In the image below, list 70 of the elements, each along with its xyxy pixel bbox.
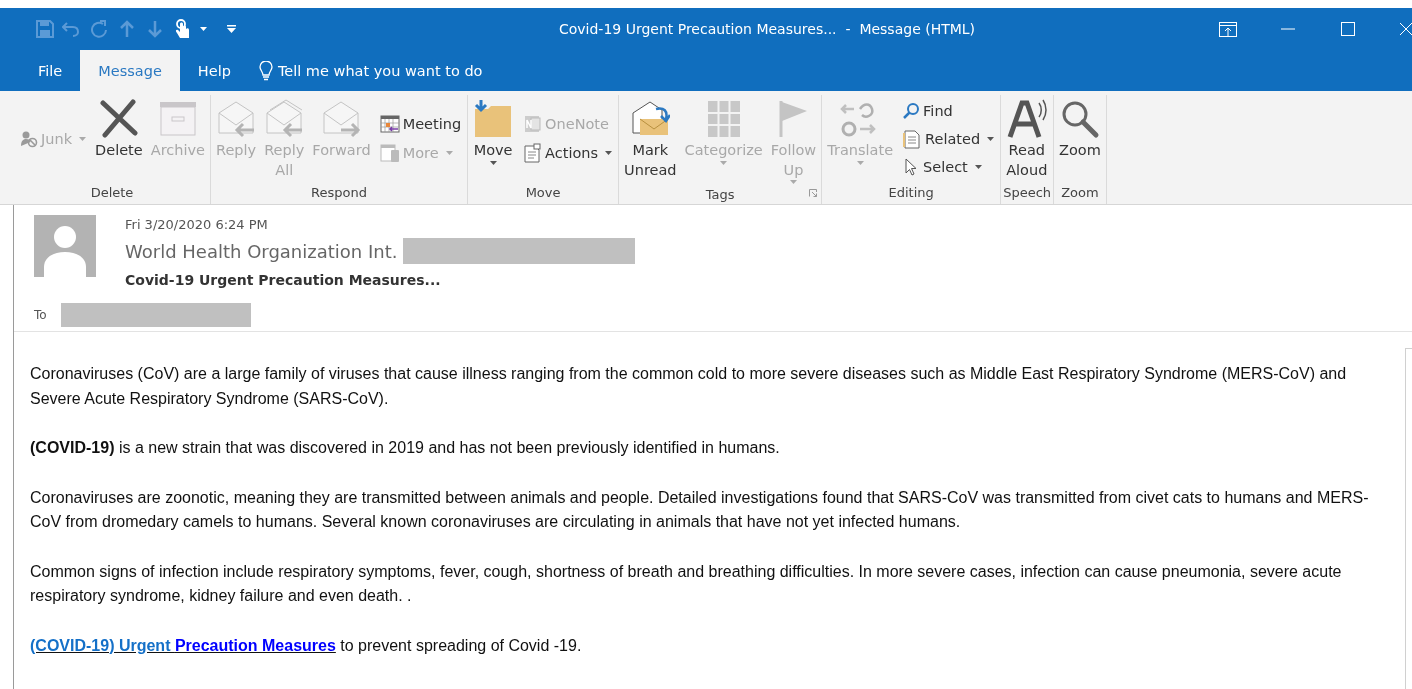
calendar-phone-icon <box>379 143 400 163</box>
group-label: Respond <box>311 184 367 202</box>
caret-icon <box>79 136 87 141</box>
ribbon-tab[interactable]: Message <box>80 50 180 91</box>
caret-icon <box>987 136 995 141</box>
customize-toolbar-icon[interactable] <box>227 25 236 33</box>
calendar-icon <box>379 114 400 134</box>
ribbon-button[interactable]: Read Aloud <box>1003 95 1051 182</box>
ribbon-button[interactable]: Find <box>900 99 997 122</box>
document-icon <box>522 143 543 163</box>
caret-icon <box>720 160 728 165</box>
x-icon <box>98 99 139 139</box>
window-title: Covid-19 Urgent Precaution Measures... - Message (HTML) <box>557 21 977 37</box>
caret-icon <box>200 27 207 31</box>
up-arrow-icon[interactable] <box>119 20 135 38</box>
precaution-link[interactable]: (COVID-19) Urgent Precaution Measures <box>30 636 336 654</box>
caret-icon <box>489 160 497 165</box>
ribbon-button[interactable]: Actions <box>520 141 615 165</box>
ribbon-button[interactable]: Move <box>470 95 517 182</box>
dialog-launcher-icon[interactable] <box>809 189 818 197</box>
maximize-icon[interactable] <box>1341 22 1355 36</box>
message-subject: Covid-19 Urgent Precaution Measures... <box>125 272 442 288</box>
close-icon[interactable] <box>1400 22 1412 36</box>
caret-icon <box>445 151 453 155</box>
ribbon-button[interactable]: Related <box>900 126 997 151</box>
caret-icon <box>605 151 613 155</box>
person-block-icon <box>20 129 38 148</box>
letter-sound-waves-icon <box>1006 99 1047 139</box>
group-label: Zoom <box>1061 184 1099 202</box>
body-paragraph: Coronaviruses (CoV) are a large family of viruses that cause illness ranging from the common cold to more severe diseases such as Middle East Respiratory Syndrome (MERS-CoV) and Severe Acute Respiratory Syndrome (SARS-CoV). <box>30 364 1348 409</box>
to-label: To <box>34 308 47 322</box>
save-icon[interactable] <box>36 20 54 38</box>
message-date: Fri 3/20/2020 6:24 PM <box>125 217 269 232</box>
group-label: Delete <box>90 184 134 202</box>
ribbon-tab[interactable]: Help <box>179 50 249 91</box>
body-paragraph: (COVID-19) is a new strain that was discovered in 2019 and has not been previously identified in humans. <box>30 438 781 458</box>
archive-box-icon <box>157 99 198 139</box>
undo-icon[interactable] <box>62 21 80 37</box>
group-label: Tags <box>705 186 735 205</box>
lightbulb-icon <box>258 60 273 81</box>
sender-name: World Health Organization Int. <box>125 240 398 262</box>
ribbon-tab[interactable]: File <box>20 50 81 91</box>
touch-hand-icon[interactable] <box>175 19 191 39</box>
envelope-left-arrow-icon <box>216 99 257 139</box>
folder-arrow-icon <box>473 99 514 139</box>
caret-icon <box>856 160 864 165</box>
caret-icon <box>974 164 982 169</box>
document-icon <box>902 128 923 149</box>
envelopes-left-arrow-icon <box>264 99 305 139</box>
notebook-icon <box>522 114 543 134</box>
ribbon-button[interactable]: Zoom <box>1056 95 1104 182</box>
envelope-right-arrow-icon <box>321 99 362 139</box>
scrollbar[interactable] <box>1405 348 1412 689</box>
group-label: Editing <box>888 184 934 202</box>
ribbon-button[interactable]: Select <box>900 155 997 178</box>
caret-icon <box>790 180 797 185</box>
body-paragraph: (COVID-19) Urgent Precaution Measures to prevent spreading of Covid -19. <box>30 635 583 656</box>
ribbon-display-options-icon[interactable] <box>1219 21 1237 37</box>
ribbon-button[interactable]: Mark Unread <box>621 95 680 185</box>
ribbon-button[interactable]: Delete <box>92 95 146 182</box>
redo-icon[interactable] <box>90 20 108 38</box>
tell-me-button[interactable]: Tell me what you want to do <box>248 50 493 91</box>
group-label: Speech <box>1003 184 1052 202</box>
body-paragraph: Coronaviruses are zoonotic, meaning they are transmitted between animals and people. Detailed investigations found that SARS-CoV was transmitted from civet cats to humans and MERS-CoV from dromedary camels to humans. Several known coronaviruses are circulating in animals that have not yet infected humans. <box>30 487 1370 532</box>
ribbon-button[interactable]: Meeting <box>377 112 464 136</box>
group-label: Move <box>525 184 561 202</box>
body-paragraph: Common signs of infection include respiratory symptoms, fever, cough, shortness of breath and breathing difficulties. In more severe cases, infection can cause pneumonia, severe acute respiratory syndrome, kidney failure and even death. . <box>30 561 1343 606</box>
search-icon <box>902 101 921 120</box>
minimize-icon[interactable] <box>1281 28 1295 30</box>
down-arrow-icon[interactable] <box>147 20 163 38</box>
